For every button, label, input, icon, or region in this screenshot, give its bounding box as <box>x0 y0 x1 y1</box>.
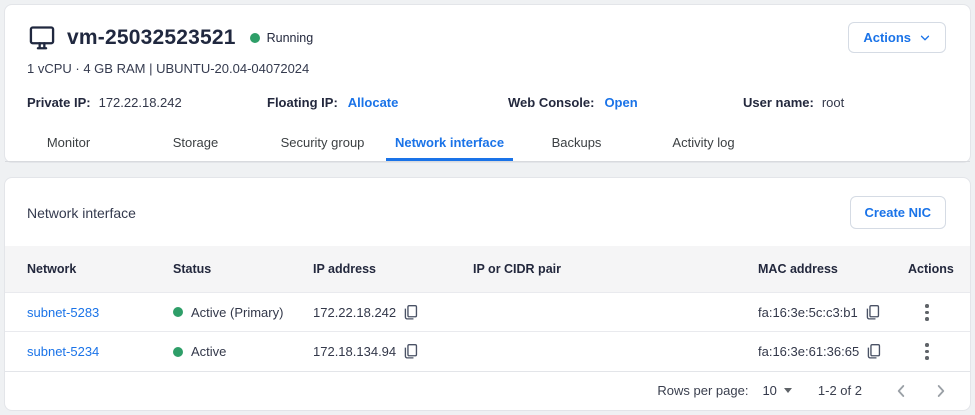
kebab-menu-icon[interactable] <box>908 300 946 325</box>
pagination-bar: Rows per page: 10 1-2 of 2 <box>5 371 970 410</box>
ip-cell: 172.18.134.94 <box>313 343 473 360</box>
column-header-mac-address: MAC address <box>758 262 908 276</box>
monitor-icon <box>27 24 57 52</box>
status-cell: Active <box>173 344 313 359</box>
create-nic-button[interactable]: Create NIC <box>850 196 946 229</box>
rows-per-page-value: 10 <box>762 383 776 398</box>
private-ip-value: 172.22.18.242 <box>99 95 182 110</box>
vm-status-badge: Running <box>250 31 314 45</box>
allocate-floating-ip-link[interactable]: Allocate <box>348 95 399 110</box>
network-interface-card: Network interface Create NIC Network Sta… <box>4 177 971 411</box>
tab-security-group[interactable]: Security group <box>259 126 386 161</box>
mac-value: fa:16:3e:61:36:65 <box>758 344 859 359</box>
vm-status-label: Running <box>267 31 314 45</box>
tab-storage[interactable]: Storage <box>132 126 259 161</box>
user-name-group: User name: root <box>743 95 844 110</box>
status-cell: Active (Primary) <box>173 305 313 320</box>
mac-cell: fa:16:3e:5c:c3:b1 <box>758 304 908 321</box>
tab-network-interface[interactable]: Network interface <box>386 126 513 161</box>
vm-info-row: Private IP: 172.22.18.242 Floating IP: A… <box>5 76 970 110</box>
vm-name: vm-25032523521 <box>67 26 236 50</box>
tab-backups[interactable]: Backups <box>513 126 640 161</box>
row-actions-cell <box>908 300 946 325</box>
next-page-icon[interactable] <box>930 380 952 402</box>
table-header-row: Network Status IP address IP or CIDR pai… <box>5 246 970 292</box>
user-name-value: root <box>822 95 844 110</box>
user-name-label: User name: <box>743 95 814 110</box>
vm-specs: 1 vCPU · 4 GB RAM | UBUNTU-20.04-0407202… <box>5 53 970 76</box>
kebab-menu-icon[interactable] <box>908 339 946 364</box>
mac-value: fa:16:3e:5c:c3:b1 <box>758 305 858 320</box>
table-row: subnet-5283 Active (Primary) 172.22.18.2… <box>5 292 970 331</box>
section-header: Network interface Create NIC <box>5 178 970 246</box>
status-label: Active (Primary) <box>191 305 283 320</box>
previous-page-icon[interactable] <box>890 380 912 402</box>
ip-value: 172.22.18.242 <box>313 305 396 320</box>
tab-activity-log[interactable]: Activity log <box>640 126 767 161</box>
floating-ip-group: Floating IP: Allocate <box>267 95 508 110</box>
subnet-link[interactable]: subnet-5283 <box>27 305 99 320</box>
column-header-ip-address: IP address <box>313 262 473 276</box>
column-header-actions: Actions <box>908 262 954 276</box>
actions-button-label: Actions <box>863 30 911 45</box>
status-dot-icon <box>173 347 183 357</box>
vm-header: vm-25032523521 Running Actions <box>5 5 970 53</box>
private-ip-group: Private IP: 172.22.18.242 <box>27 95 267 110</box>
status-label: Active <box>191 344 226 359</box>
copy-icon[interactable] <box>864 304 881 321</box>
open-web-console-link[interactable]: Open <box>604 95 637 110</box>
chevron-down-icon <box>919 32 931 44</box>
table-row: subnet-5234 Active 172.18.134.94 fa:16:3… <box>5 331 970 370</box>
web-console-group: Web Console: Open <box>508 95 743 110</box>
subnet-link[interactable]: subnet-5234 <box>27 344 99 359</box>
copy-icon[interactable] <box>402 343 419 360</box>
floating-ip-label: Floating IP: <box>267 95 338 110</box>
copy-icon[interactable] <box>402 304 419 321</box>
ip-cell: 172.22.18.242 <box>313 304 473 321</box>
status-dot-icon <box>250 33 260 43</box>
dropdown-arrow-icon <box>784 388 792 393</box>
private-ip-label: Private IP: <box>27 95 91 110</box>
vm-summary-card: vm-25032523521 Running Actions 1 vCPU · … <box>4 4 971 163</box>
ip-value: 172.18.134.94 <box>313 344 396 359</box>
row-actions-cell <box>908 339 946 364</box>
actions-button[interactable]: Actions <box>848 22 946 53</box>
tab-monitor[interactable]: Monitor <box>5 126 132 161</box>
page-range-label: 1-2 of 2 <box>818 383 862 398</box>
column-header-ip-or-cidr: IP or CIDR pair <box>473 262 758 276</box>
vm-tabs: Monitor Storage Security group Network i… <box>5 126 970 162</box>
column-header-network: Network <box>27 262 173 276</box>
copy-icon[interactable] <box>865 343 882 360</box>
section-title: Network interface <box>27 205 136 221</box>
rows-per-page-select[interactable]: 10 <box>762 383 791 398</box>
column-header-status: Status <box>173 262 313 276</box>
status-dot-icon <box>173 307 183 317</box>
mac-cell: fa:16:3e:61:36:65 <box>758 343 908 360</box>
web-console-label: Web Console: <box>508 95 594 110</box>
rows-per-page-label: Rows per page: <box>657 383 748 398</box>
